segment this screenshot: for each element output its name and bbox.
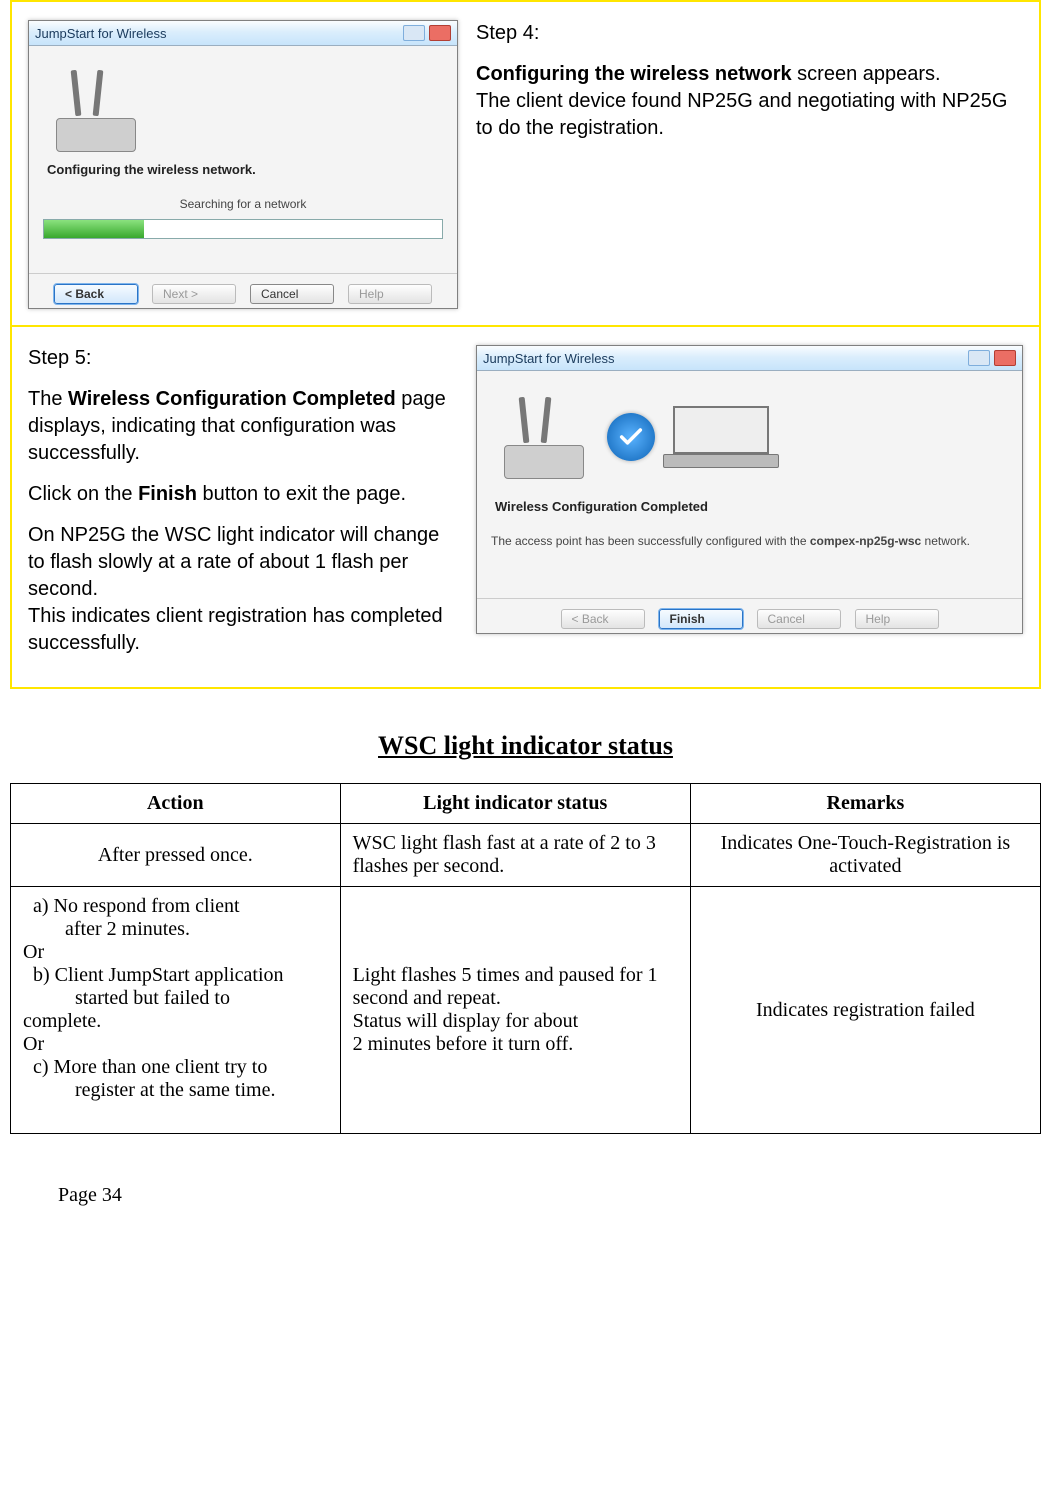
th-action: Action xyxy=(11,784,341,824)
window-titlebar: JumpStart for Wireless xyxy=(477,346,1022,371)
step5-p1: The Wireless Configuration Completed pag… xyxy=(28,386,458,467)
step5-figure: JumpStart for Wireless Wireless Configu xyxy=(476,345,1023,634)
step4-text: Step 4: Configuring the wireless network… xyxy=(476,20,1023,156)
r2-status: Light flashes 5 times and paused for 1 s… xyxy=(340,887,690,1134)
laptop-icon xyxy=(673,406,769,468)
status-table: Action Light indicator status Remarks Af… xyxy=(10,783,1041,1134)
step5-label: Step 5: xyxy=(28,345,458,372)
th-status: Light indicator status xyxy=(340,784,690,824)
table-title: WSC light indicator status xyxy=(10,731,1041,761)
page-number: Page 34 xyxy=(58,1184,1041,1207)
step4-heading: Configuring the wireless network screen … xyxy=(476,61,1023,88)
step5-p2: Click on the Finish button to exit the p… xyxy=(28,481,458,508)
window-title-text: JumpStart for Wireless xyxy=(35,26,166,41)
r1-action: After pressed once. xyxy=(11,824,341,887)
jumpstart-window-step5: JumpStart for Wireless Wireless Configu xyxy=(476,345,1023,634)
cfg-complete-desc: The access point has been successfully c… xyxy=(491,534,1008,548)
r2-remarks: Indicates registration failed xyxy=(690,887,1040,1134)
router-icon xyxy=(499,389,589,479)
step4-figure: JumpStart for Wireless Configuring the w… xyxy=(28,20,458,309)
cfg-header-text: Configuring the wireless network. xyxy=(47,162,439,177)
close-icon[interactable] xyxy=(429,25,451,41)
table-row: a) No respond from client after 2 minute… xyxy=(11,887,1041,1134)
r1-remarks: Indicates One-Touch-Registration is acti… xyxy=(690,824,1040,887)
progress-bar xyxy=(43,219,443,239)
jumpstart-window-step4: JumpStart for Wireless Configuring the w… xyxy=(28,20,458,309)
step4-desc: The client device found NP25G and negoti… xyxy=(476,88,1023,142)
router-icon xyxy=(51,62,141,152)
step4-bold: Configuring the wireless network xyxy=(476,63,792,85)
window-titlebar: JumpStart for Wireless xyxy=(29,21,457,46)
th-remarks: Remarks xyxy=(690,784,1040,824)
cancel-button[interactable]: Cancel xyxy=(250,284,334,304)
back-button[interactable]: < Back xyxy=(54,284,138,304)
close-icon[interactable] xyxy=(994,350,1016,366)
r1-status: WSC light flash fast at a rate of 2 to 3… xyxy=(340,824,690,887)
help-icon[interactable] xyxy=(968,350,990,366)
cancel-button[interactable]: Cancel xyxy=(757,609,841,629)
step5-text: Step 5: The Wireless Configuration Compl… xyxy=(28,345,458,671)
step5-p3: On NP25G the WSC light indicator will ch… xyxy=(28,522,458,603)
cfg-complete-header: Wireless Configuration Completed xyxy=(495,499,1004,514)
window-title-text: JumpStart for Wireless xyxy=(483,351,614,366)
check-ok-icon xyxy=(607,413,655,461)
help-icon[interactable] xyxy=(403,25,425,41)
step5-row: Step 5: The Wireless Configuration Compl… xyxy=(10,325,1041,689)
search-caption: Searching for a network xyxy=(43,197,443,211)
step5-p4: This indicates client registration has c… xyxy=(28,603,458,657)
next-button[interactable]: Next > xyxy=(152,284,236,304)
r2-action: a) No respond from client after 2 minute… xyxy=(11,887,341,1134)
help-button[interactable]: Help xyxy=(855,609,939,629)
table-header-row: Action Light indicator status Remarks xyxy=(11,784,1041,824)
step4-row: JumpStart for Wireless Configuring the w… xyxy=(10,0,1041,327)
table-row: After pressed once. WSC light flash fast… xyxy=(11,824,1041,887)
step4-label: Step 4: xyxy=(476,20,1023,47)
help-button[interactable]: Help xyxy=(348,284,432,304)
finish-button[interactable]: Finish xyxy=(659,609,743,629)
back-button[interactable]: < Back xyxy=(561,609,645,629)
